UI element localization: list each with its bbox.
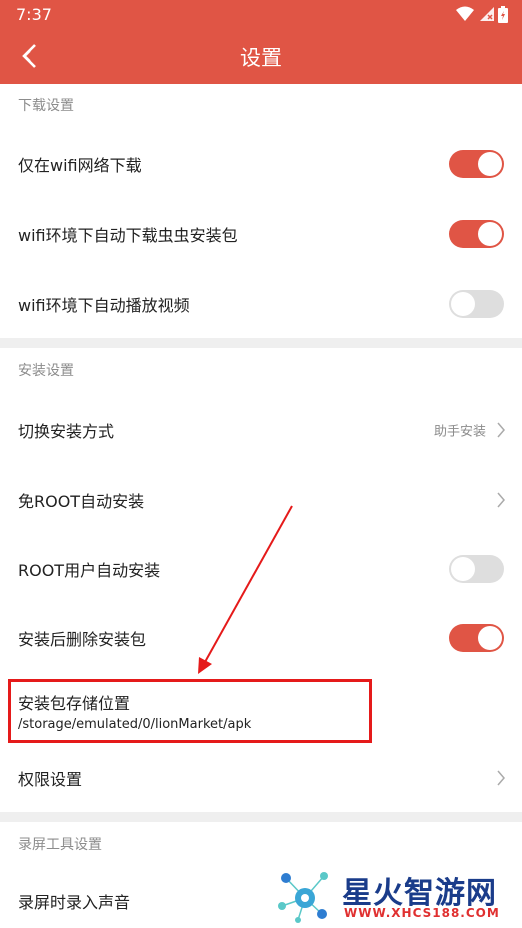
row-label: wifi环境下自动播放视频 [18, 296, 190, 315]
page-title: 设置 [240, 46, 282, 70]
row-delete-after-install[interactable]: 安装后删除安装包 [0, 604, 522, 672]
section-download-title: 下载设置 [0, 84, 522, 128]
toggle-knob [478, 626, 502, 650]
row-label: 权限设置 [18, 770, 83, 789]
row-install-method[interactable]: 切换安装方式 助手安装 [0, 396, 522, 464]
section-divider [0, 812, 522, 822]
status-bar: 7:37 [0, 0, 522, 28]
row-wifi-auto-download[interactable]: wifi环境下自动下载虫虫安装包 [0, 200, 522, 268]
status-icons [456, 5, 508, 23]
chevron-right-icon [497, 422, 505, 438]
install-method-value: 助手安装 [433, 424, 486, 440]
wifi-icon [456, 6, 474, 21]
wifi-auto-download-toggle[interactable] [449, 220, 504, 248]
toggle-knob [451, 557, 475, 581]
row-root-free-install[interactable]: 免ROOT自动安装 [0, 466, 522, 534]
wifi-autoplay-toggle[interactable] [449, 290, 504, 318]
toggle-knob [478, 152, 502, 176]
chevron-right-icon [497, 492, 505, 508]
delete-after-install-toggle[interactable] [449, 624, 504, 652]
molecule-icon [278, 872, 328, 923]
battery-icon [498, 5, 508, 23]
row-root-auto-install[interactable]: ROOT用户自动安装 [0, 535, 522, 603]
row-wifi-only[interactable]: 仅在wifi网络下载 [0, 130, 522, 198]
row-label: ROOT用户自动安装 [18, 561, 161, 580]
section-install-title: 安装设置 [0, 348, 522, 394]
app-bar: 设置 [0, 28, 522, 84]
watermark-logo: 星火智游网 WWW.XHCS188.COM [272, 862, 522, 928]
row-label: 安装后删除安装包 [18, 630, 147, 649]
toggle-knob [451, 292, 475, 316]
signal-icon [480, 7, 494, 21]
row-label: 录屏时录入声音 [18, 893, 131, 912]
status-time: 7:37 [16, 5, 52, 24]
row-permissions[interactable]: 权限设置 [0, 744, 522, 812]
highlight-box [8, 679, 372, 743]
root-auto-install-toggle[interactable] [449, 555, 504, 583]
row-label: 免ROOT自动安装 [18, 492, 145, 511]
row-label: 切换安装方式 [18, 422, 115, 441]
wifi-only-toggle[interactable] [449, 150, 504, 178]
row-label: wifi环境下自动下载虫虫安装包 [18, 226, 238, 245]
section-divider [0, 338, 522, 348]
toggle-knob [478, 222, 502, 246]
app-header: 7:37 设置 [0, 0, 522, 84]
chevron-right-icon [497, 770, 505, 786]
row-wifi-autoplay[interactable]: wifi环境下自动播放视频 [0, 270, 522, 338]
row-label: 仅在wifi网络下载 [18, 156, 142, 175]
watermark-url: WWW.XHCS188.COM [344, 906, 500, 920]
